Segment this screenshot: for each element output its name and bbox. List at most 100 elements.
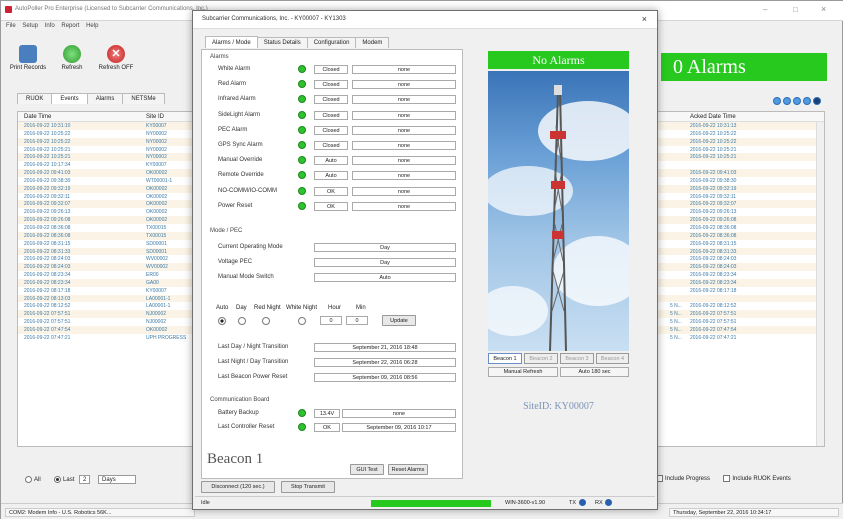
cell-site-id: OK00002 [146,326,168,333]
tab-events[interactable]: Events [51,93,88,104]
alarm-count-banner: 0 Alarms [661,53,827,81]
maximize-icon[interactable]: □ [793,5,798,14]
alarm-status-icon [298,95,306,104]
tab-netsme[interactable]: NETSMe [122,93,165,104]
col-date-time[interactable]: Date Time [24,114,51,120]
menu-info[interactable]: Info [45,23,55,29]
indicator-icon [783,97,791,105]
controller-reset-icon [298,423,306,431]
minimize-icon[interactable]: – [763,5,767,14]
alarm-name: White Alarm [218,66,251,72]
manual-refresh-button[interactable]: Manual Refresh [488,367,558,377]
radio-auto[interactable] [218,317,226,325]
vertical-scrollbar[interactable] [816,122,824,446]
beacon-tab-3[interactable]: Beacon 3 [560,353,594,364]
alarm-value: none [352,186,456,196]
cell-acked-date-time: 2016-09-22 09:26:08 [690,217,737,224]
hour-stepper[interactable]: 0 [320,316,342,325]
mode-value: Auto [314,273,456,282]
app-icon [5,6,12,13]
col-site-id[interactable]: Site ID [146,114,164,120]
alarm-state: Closed [314,95,348,105]
tab-alarms-mode[interactable]: Alarms / Mode [205,36,258,48]
cell-date-time: 2016-09-22 09:41:03 [24,170,71,177]
cell-date-time: 2016-09-22 10:25:21 [24,154,71,161]
menu-setup[interactable]: Setup [22,23,38,29]
alarms-section-label: Alarms [210,54,229,60]
alarm-state: Closed [314,125,348,135]
radio-day-label: Day [236,305,247,311]
transition-value: September 22, 2016 06:28 [314,358,456,367]
tab-configuration[interactable]: Configuration [306,37,357,48]
alarm-value: none [352,156,456,166]
col-acked-date-time[interactable]: Acked Date Time [690,114,736,120]
refresh-button[interactable]: Refresh [51,45,93,71]
menu-report[interactable]: Report [61,23,79,29]
radio-all[interactable] [25,476,32,483]
include-ruok-checkbox[interactable] [723,475,731,482]
cell-date-time: 2016-09-22 09:26:08 [24,217,71,224]
alarm-name: Remote Override [218,172,264,179]
radio-white-night[interactable] [298,317,306,325]
transition-value: September 09, 2016 08:56 [314,373,456,382]
alarm-status-icon [298,65,306,73]
beacon-tab-2[interactable]: Beacon 2 [524,353,558,364]
beacon-tab-1[interactable]: Beacon 1 [488,353,522,364]
cell-site-id: OK00002 [146,209,168,216]
printer-icon [19,45,37,63]
tab-status-details[interactable]: Status Details [256,37,308,48]
min-stepper[interactable]: 0 [346,316,368,325]
cell-site-id: KY00007 [146,123,167,129]
days-unit-select[interactable]: Days [98,475,137,484]
menu-file[interactable]: File [6,23,16,29]
gui-test-button[interactable]: GUI Test [350,464,384,475]
battery-value: 13.4V [314,409,340,418]
cell-site-id: NY00002 [146,146,167,153]
dialog-status-bar: Idle WIN-3600-v1.90 TX RX [195,496,655,509]
transition-name: Last Beacon Power Reset [218,374,288,380]
cell-date-time: 2016-09-22 10:25:21 [24,146,71,153]
disconnect-button[interactable]: Disconnect (120 sec.) [201,481,275,493]
cell-date-time: 2016-09-22 07:57:51 [24,311,71,318]
alarm-status-icon [298,156,306,165]
radio-day[interactable] [238,317,246,325]
dialog-status-text: Idle [201,500,210,506]
cell-site-id: SD00001 [146,240,167,247]
site-id-label: SiteID: KY00007 [523,401,594,412]
update-button[interactable]: Update [382,315,416,326]
close-icon[interactable]: × [821,4,826,14]
cell-date-time: 2016-09-22 09:32:19 [24,185,71,192]
main-title: AutoPoller Pro Enterprise (Licensed to S… [15,6,208,12]
refresh-icon [63,45,81,63]
reset-alarms-button[interactable]: Reset Alarms [388,464,428,475]
alarm-name: Red Alarm [218,81,247,88]
cell-acked-date-time: 2016-09-22 08:36:08 [690,232,737,239]
rx-label: RX [595,500,603,506]
alarm-value: none [352,141,456,150]
print-records-button[interactable]: Print Records [7,45,49,71]
beacon-tab-4[interactable]: Beacon 4 [596,353,629,364]
site-dialog: Subcarrier Communications, Inc. - KY0000… [192,10,658,510]
alarm-state: Closed [314,110,348,120]
tab-ruok[interactable]: RUOK [17,93,53,104]
refresh-off-button[interactable]: ✕ Refresh OFF [95,45,137,71]
alarm-status-icon [298,186,306,195]
cell-acked-date-time: 2016-09-22 09:26:13 [690,209,737,216]
days-count-input[interactable]: 2 [79,475,91,484]
tab-modem[interactable]: Modem [355,37,390,48]
dialog-title-bar: Subcarrier Communications, Inc. - KY0000… [193,11,657,29]
radio-last[interactable] [54,476,62,483]
menu-help[interactable]: Help [86,23,98,29]
auto-refresh-button[interactable]: Auto 180 sec [560,367,629,377]
radio-red-night[interactable] [262,317,270,325]
cell-date-time: 2016-09-22 08:24:03 [24,264,71,271]
mode-value: Day [314,258,456,267]
stop-transmit-button[interactable]: Stop Transmit [281,481,335,493]
cell-site-id: TX00015 [146,232,167,239]
cell-acked-date-time: 2016-09-22 09:38:30 [690,177,737,184]
dialog-close-icon[interactable]: × [642,14,647,24]
tab-alarms[interactable]: Alarms [86,93,124,104]
indicator-icon [793,97,801,105]
mode-section-label: Mode / PEC [210,228,243,234]
include-controls: Include Progress Include RUOK Events [656,475,791,482]
